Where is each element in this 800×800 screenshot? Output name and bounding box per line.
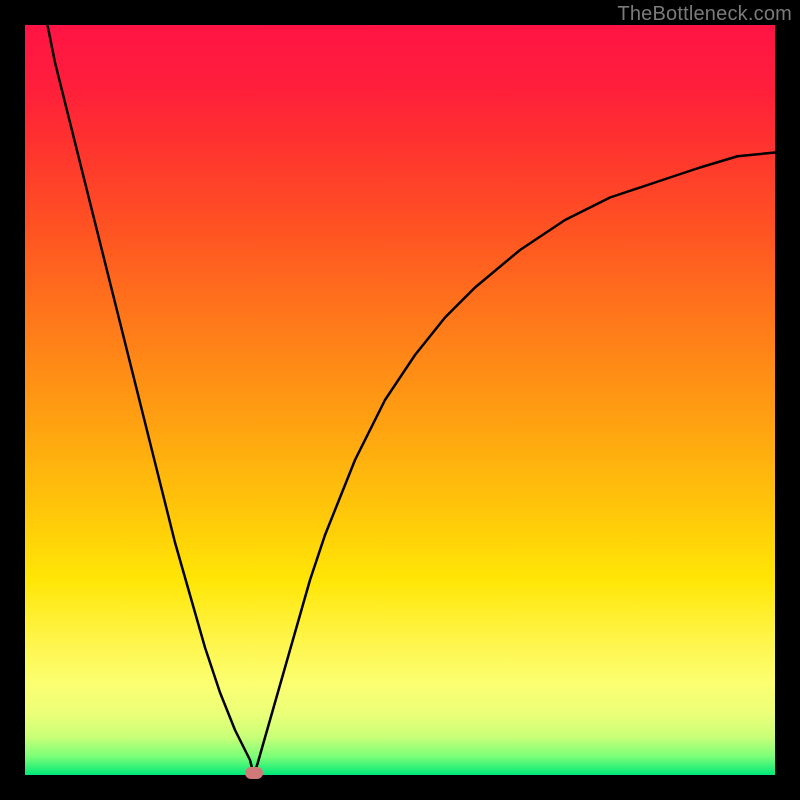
bottleneck-curve [25,25,775,775]
watermark-text: TheBottleneck.com [617,3,792,26]
minimum-marker [245,767,263,779]
plot-area [25,25,775,775]
chart-frame: TheBottleneck.com [0,0,800,800]
